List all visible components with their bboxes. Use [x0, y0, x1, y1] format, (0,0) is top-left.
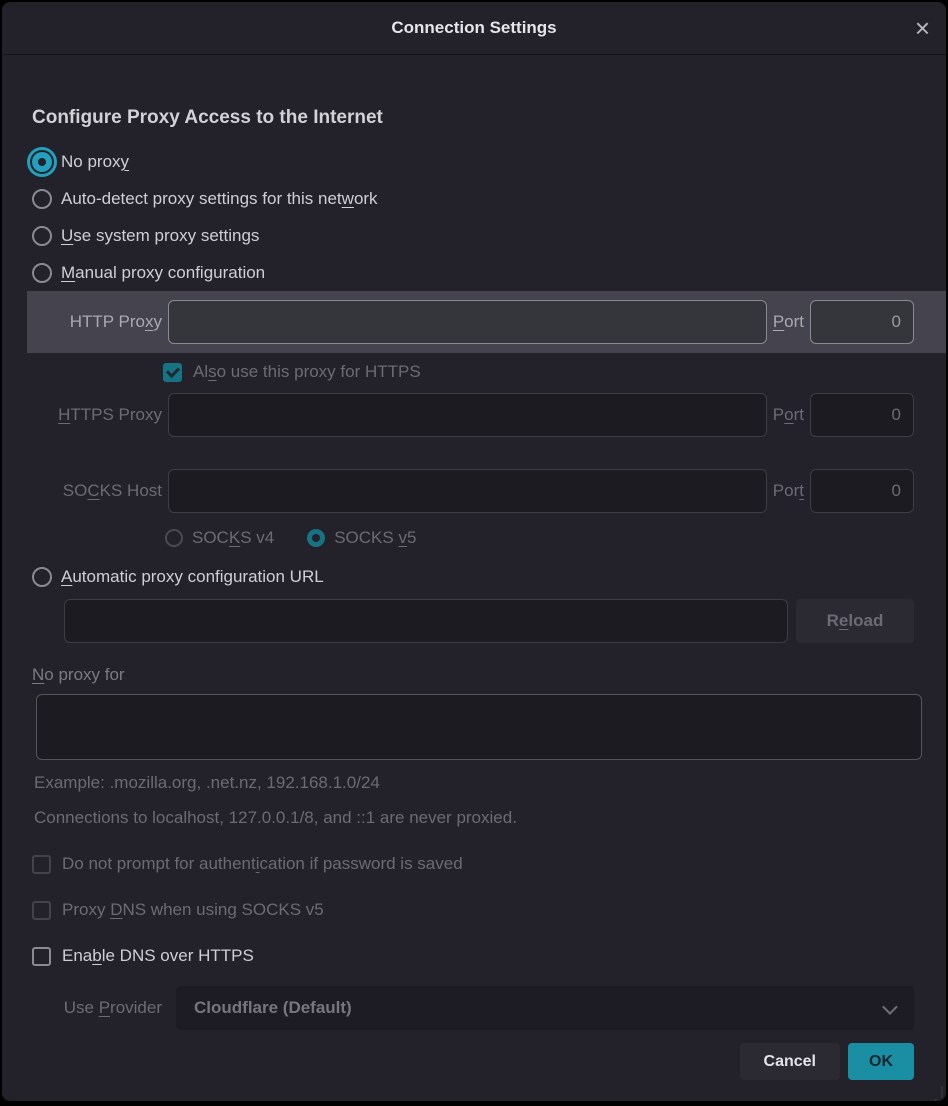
use-provider-label: Use Provider	[32, 998, 162, 1018]
unchecked-checkbox-icon	[32, 947, 51, 966]
dialog-footer: Cancel OK	[32, 1043, 914, 1080]
auto-config-url-row: Reload	[32, 599, 914, 643]
https-port-label: Port	[773, 405, 804, 425]
dialog-titlebar: Connection Settings ×	[2, 2, 946, 55]
radio-icon	[32, 263, 52, 283]
https-proxy-label: HTTPS Proxy	[32, 405, 162, 425]
radio-icon-socks-v4[interactable]	[165, 529, 183, 547]
no-auth-prompt-label: Do not prompt for authentication if pass…	[62, 854, 463, 874]
dialog-content: Configure Proxy Access to the Internet N…	[2, 107, 946, 1080]
http-port-label: Port	[773, 312, 804, 332]
no-proxy-for-label: No proxy for	[32, 665, 914, 687]
auto-url-label: Automatic proxy configuration URL	[61, 567, 324, 587]
socks-port-label: Port	[773, 481, 804, 501]
http-port-input[interactable]	[810, 300, 914, 344]
dialog-title: Connection Settings	[391, 18, 556, 38]
http-proxy-row-highlight: HTTP Proxy Port	[27, 291, 946, 353]
socks-host-label: SOCKS Host	[32, 481, 162, 501]
unchecked-checkbox-icon	[32, 855, 51, 874]
also-https-checkbox-row[interactable]: Also use this proxy for HTTPS	[163, 359, 914, 385]
radio-icon-socks-v5[interactable]	[307, 529, 325, 547]
chevron-down-icon	[882, 999, 898, 1015]
radio-selected-icon	[32, 152, 52, 172]
ok-button[interactable]: OK	[848, 1043, 914, 1080]
section-heading: Configure Proxy Access to the Internet	[32, 107, 914, 129]
https-port-input[interactable]	[810, 393, 914, 437]
radio-option-use-system[interactable]: Use system proxy settings	[32, 217, 914, 254]
radio-option-auto-url[interactable]: Automatic proxy configuration URL	[32, 558, 914, 595]
no-proxy-for-textarea[interactable]	[36, 694, 922, 760]
provider-row: Use Provider Cloudflare (Default)	[32, 986, 914, 1030]
proxy-dns-checkbox-row[interactable]: Proxy DNS when using SOCKS v5	[32, 900, 914, 920]
no-auth-prompt-checkbox-row[interactable]: Do not prompt for authentication if pass…	[32, 854, 914, 874]
https-proxy-row: HTTPS Proxy Port	[32, 393, 914, 437]
http-proxy-input[interactable]	[168, 300, 767, 344]
auto-detect-label: Auto-detect proxy settings for this netw…	[61, 189, 378, 209]
socks-version-row: SOCKS v4 SOCKS v5	[165, 526, 914, 550]
http-proxy-label: HTTP Proxy	[32, 312, 162, 332]
no-proxy-example-text: Example: .mozilla.org, .net.nz, 192.168.…	[34, 773, 914, 793]
socks-v4-label: SOCKS v4	[192, 528, 274, 548]
dns-over-https-label: Enable DNS over HTTPS	[62, 946, 254, 966]
socks-host-row: SOCKS Host Port	[32, 469, 914, 513]
socks-port-input[interactable]	[810, 469, 914, 513]
radio-option-no-proxy[interactable]: No proxy	[32, 143, 914, 180]
radio-icon	[32, 567, 52, 587]
dns-over-https-checkbox-row[interactable]: Enable DNS over HTTPS	[32, 946, 914, 966]
reload-button[interactable]: Reload	[796, 599, 914, 643]
radio-option-auto-detect[interactable]: Auto-detect proxy settings for this netw…	[32, 180, 914, 217]
http-proxy-row: HTTP Proxy Port	[32, 300, 914, 344]
resize-grip[interactable]	[929, 1086, 943, 1098]
use-system-label: Use system proxy settings	[61, 226, 259, 246]
https-proxy-input[interactable]	[168, 393, 767, 437]
cancel-button[interactable]: Cancel	[740, 1043, 840, 1080]
radio-icon	[32, 189, 52, 209]
provider-select[interactable]: Cloudflare (Default)	[176, 986, 914, 1030]
close-icon[interactable]: ×	[915, 15, 930, 41]
localhost-note-text: Connections to localhost, 127.0.0.1/8, a…	[34, 808, 914, 828]
radio-icon	[32, 226, 52, 246]
proxy-dns-label: Proxy DNS when using SOCKS v5	[62, 900, 324, 920]
manual-config-label: Manual proxy configuration	[61, 263, 265, 283]
also-https-label: Also use this proxy for HTTPS	[193, 362, 421, 382]
radio-option-manual[interactable]: Manual proxy configuration	[32, 254, 914, 291]
auto-config-url-input[interactable]	[64, 599, 788, 643]
checked-checkbox-icon	[163, 363, 182, 382]
socks-v5-label: SOCKS v5	[334, 528, 416, 548]
socks-host-input[interactable]	[168, 469, 767, 513]
provider-selected-value: Cloudflare (Default)	[194, 998, 883, 1018]
unchecked-checkbox-icon	[32, 901, 51, 920]
connection-settings-dialog: Connection Settings × Configure Proxy Ac…	[2, 2, 946, 1101]
no-proxy-label: No proxy	[61, 152, 129, 172]
